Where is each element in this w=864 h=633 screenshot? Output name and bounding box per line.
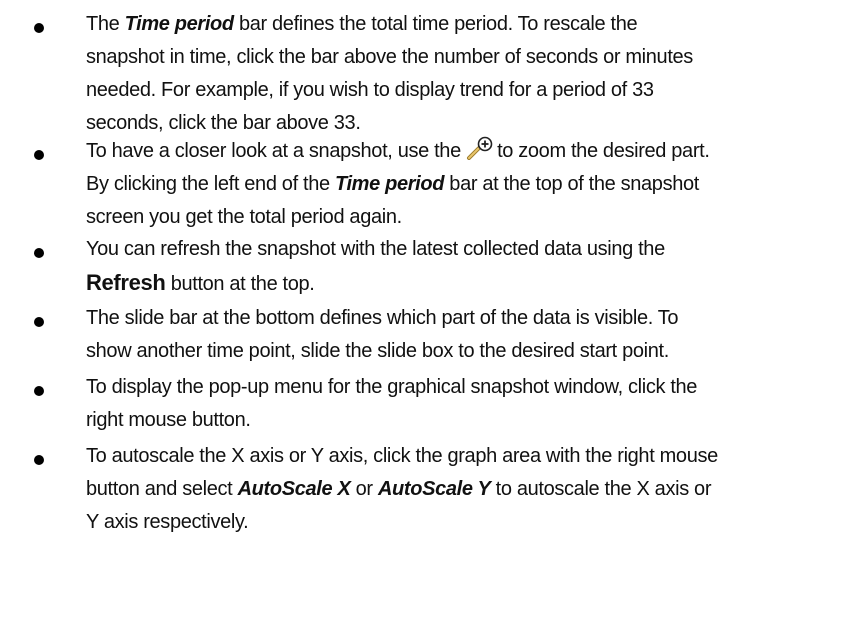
bullet-text: To autoscale the X axis or Y axis, click… — [86, 440, 846, 539]
text-line: Y axis respectively. — [86, 506, 846, 539]
text-run: seconds, click the bar above 33. — [86, 112, 361, 134]
text-run: button at the top. — [165, 273, 315, 295]
text-run: show another time point, slide the slide… — [86, 340, 669, 362]
text-run: The slide bar at the bottom defines whic… — [86, 307, 679, 329]
text-run: to zoom the desired part. — [497, 140, 710, 162]
text-run: to autoscale the X axis or — [490, 478, 712, 500]
text-line: The Time period bar defines the total ti… — [86, 8, 846, 41]
bullet-dot — [34, 150, 44, 160]
text-run: To autoscale the X axis or Y axis, click… — [86, 445, 718, 467]
text-run: bar defines the total time period. To re… — [233, 13, 638, 35]
text-line: needed. For example, if you wish to disp… — [86, 74, 846, 107]
emphasis-term: Time period — [124, 13, 234, 35]
text-line: You can refresh the snapshot with the la… — [86, 233, 846, 266]
text-run: To have a closer look at a snapshot, use… — [86, 140, 467, 162]
text-line: By clicking the left end of the Time per… — [86, 168, 846, 201]
bullet-dot — [34, 248, 44, 258]
bullet-dot — [34, 455, 44, 465]
text-line: show another time point, slide the slide… — [86, 335, 846, 368]
text-line: button and select AutoScale X or AutoSca… — [86, 473, 846, 506]
text-line: snapshot in time, click the bar above th… — [86, 41, 846, 74]
text-line: Refresh button at the top. — [86, 266, 846, 301]
text-line: To display the pop-up menu for the graph… — [86, 371, 846, 404]
text-run: right mouse button. — [86, 409, 251, 431]
text-line: To have a closer look at a snapshot, use… — [86, 135, 846, 168]
text-run: button and select — [86, 478, 238, 500]
emphasis-term: Time period — [334, 173, 445, 195]
text-run: needed. For example, if you wish to disp… — [86, 79, 654, 101]
emphasis-term: AutoScale Y — [377, 478, 491, 500]
bullet-dot — [34, 386, 44, 396]
bullet-dot — [34, 317, 44, 327]
bullet-text: To have a closer look at a snapshot, use… — [86, 135, 846, 234]
text-run: screen you get the total period again. — [86, 206, 402, 228]
bullet-text: You can refresh the snapshot with the la… — [86, 233, 846, 301]
text-run: Y axis respectively. — [86, 511, 249, 533]
text-run: snapshot in time, click the bar above th… — [86, 46, 693, 68]
text-line: screen you get the total period again. — [86, 201, 846, 234]
text-run: The — [86, 13, 125, 35]
bullet-dot — [34, 23, 44, 33]
text-line: To autoscale the X axis or Y axis, click… — [86, 440, 846, 473]
bullet-text: The slide bar at the bottom defines whic… — [86, 302, 846, 368]
emphasis-term: AutoScale X — [237, 478, 351, 500]
bullet-text: To display the pop-up menu for the graph… — [86, 371, 846, 437]
button-name: Refresh — [86, 270, 166, 295]
text-run: To display the pop-up menu for the graph… — [86, 376, 698, 398]
text-run: bar at the top of the snapshot — [444, 173, 699, 195]
text-run: By clicking the left end of the — [86, 173, 335, 195]
text-run: or — [350, 478, 378, 500]
zoom-icon — [466, 136, 496, 160]
text-line: The slide bar at the bottom defines whic… — [86, 302, 846, 335]
text-line: right mouse button. — [86, 404, 846, 437]
text-run: You can refresh the snapshot with the la… — [86, 238, 665, 260]
bullet-text: The Time period bar defines the total ti… — [86, 8, 846, 140]
